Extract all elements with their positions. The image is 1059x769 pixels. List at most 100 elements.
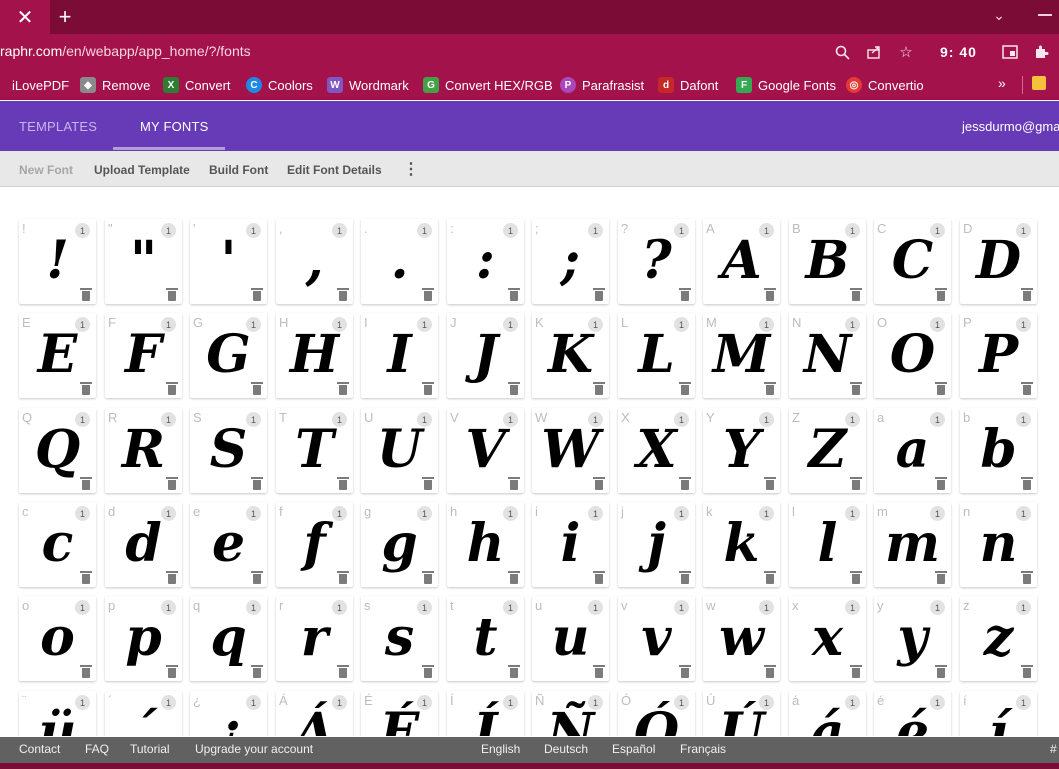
trash-icon[interactable] — [166, 570, 178, 584]
glyph-tile[interactable]: V1V — [447, 408, 524, 493]
trash-icon[interactable] — [251, 570, 263, 584]
language-english[interactable]: English — [481, 742, 520, 756]
trash-icon[interactable] — [166, 287, 178, 301]
trash-icon[interactable] — [80, 570, 92, 584]
trash-icon[interactable] — [422, 570, 434, 584]
trash-icon[interactable] — [679, 287, 691, 301]
zoom-icon[interactable] — [832, 42, 852, 62]
bookmark-star-icon[interactable]: ☆ — [896, 42, 916, 62]
bookmark-folder-icon[interactable] — [1032, 76, 1046, 90]
trash-icon[interactable] — [935, 287, 947, 301]
trash-icon[interactable] — [1021, 570, 1033, 584]
build-font-button[interactable]: Build Font — [209, 163, 268, 177]
glyph-tile[interactable]: S1S — [190, 408, 267, 493]
trash-icon[interactable] — [508, 570, 520, 584]
glyph-tile[interactable]: C1C — [874, 219, 951, 304]
glyph-tile[interactable]: f1f — [276, 502, 353, 587]
tab-templates[interactable]: TEMPLATES — [19, 119, 97, 134]
chevron-down-icon[interactable]: ⌄ — [988, 4, 1010, 26]
picture-in-picture-icon[interactable] — [1000, 42, 1020, 62]
glyph-tile[interactable]: g1g — [361, 502, 438, 587]
glyph-tile[interactable]: Í1Í — [447, 691, 524, 736]
bookmark-remove[interactable]: ◆ Remove — [80, 76, 150, 94]
share-icon[interactable] — [864, 42, 884, 62]
language-deutsch[interactable]: Deutsch — [544, 742, 588, 756]
glyph-tile[interactable]: j1j — [618, 502, 695, 587]
trash-icon[interactable] — [593, 664, 605, 678]
trash-icon[interactable] — [422, 381, 434, 395]
glyph-tile[interactable]: K1K — [532, 313, 609, 398]
glyph-tile[interactable]: q1q — [190, 596, 267, 681]
glyph-tile[interactable]: M1M — [703, 313, 780, 398]
trash-icon[interactable] — [508, 381, 520, 395]
trash-icon[interactable] — [850, 476, 862, 490]
glyph-tile[interactable]: ' 1 ' — [190, 219, 267, 304]
user-email[interactable]: jessdurmo@gmail — [962, 119, 1059, 134]
trash-icon[interactable] — [935, 476, 947, 490]
trash-icon[interactable] — [679, 664, 691, 678]
glyph-tile[interactable]: x1x — [789, 596, 866, 681]
more-options-icon[interactable]: ⋮ — [403, 159, 419, 179]
bookmark-convert-hex-rgb[interactable]: G Convert HEX/RGB — [423, 76, 553, 94]
glyph-tile[interactable]: l1l — [789, 502, 866, 587]
glyph-tile[interactable]: t1t — [447, 596, 524, 681]
trash-icon[interactable] — [337, 570, 349, 584]
bookmark-convert[interactable]: X Convert — [163, 76, 231, 94]
glyph-tile[interactable]: Y1Y — [703, 408, 780, 493]
trash-icon[interactable] — [166, 476, 178, 490]
trash-icon[interactable] — [1021, 381, 1033, 395]
glyph-tile[interactable]: v1v — [618, 596, 695, 681]
minimize-icon[interactable] — [1038, 14, 1052, 16]
glyph-tile[interactable]: G1G — [190, 313, 267, 398]
bookmark-parafrasist[interactable]: P Parafrasist — [560, 76, 644, 94]
glyph-tile[interactable]: i1i — [532, 502, 609, 587]
trash-icon[interactable] — [337, 664, 349, 678]
glyph-tile[interactable]: o1o — [19, 596, 96, 681]
glyph-tile[interactable]: O1O — [874, 313, 951, 398]
trash-icon[interactable] — [251, 287, 263, 301]
glyph-tile[interactable]: H1H — [276, 313, 353, 398]
trash-icon[interactable] — [166, 664, 178, 678]
trash-icon[interactable] — [935, 664, 947, 678]
glyph-tile[interactable]: A1A — [703, 219, 780, 304]
new-font-button[interactable]: New Font — [19, 163, 73, 177]
bookmark-ilovepdf[interactable]: iLovePDF — [12, 76, 69, 94]
glyph-tile[interactable]: Á1Á — [276, 691, 353, 736]
glyph-tile[interactable]: y1y — [874, 596, 951, 681]
glyph-tile[interactable]: m1m — [874, 502, 951, 587]
glyph-tile[interactable]: Ó1Ó — [618, 691, 695, 736]
glyph-tile[interactable]: b1b — [960, 408, 1037, 493]
trash-icon[interactable] — [679, 381, 691, 395]
glyph-tile[interactable]: a1a — [874, 408, 951, 493]
trash-icon[interactable] — [508, 476, 520, 490]
trash-icon[interactable] — [1021, 287, 1033, 301]
trash-icon[interactable] — [764, 664, 776, 678]
trash-icon[interactable] — [508, 664, 520, 678]
trash-icon[interactable] — [337, 476, 349, 490]
glyph-tile[interactable]: n1n — [960, 502, 1037, 587]
address-bar[interactable]: raphr.com/en/webapp/app_home/?/fonts — [0, 43, 251, 59]
glyph-tile[interactable]: ´ 1 ´ — [105, 691, 182, 736]
glyph-tile[interactable]: R1R — [105, 408, 182, 493]
glyph-tile[interactable]: e1e — [190, 502, 267, 587]
trash-icon[interactable] — [679, 570, 691, 584]
glyph-tile[interactable]: :1: — [447, 219, 524, 304]
trash-icon[interactable] — [850, 287, 862, 301]
glyph-tile[interactable]: ! 1! — [19, 219, 96, 304]
tab-my-fonts[interactable]: MY FONTS — [140, 119, 209, 134]
trash-icon[interactable] — [166, 381, 178, 395]
trash-icon[interactable] — [251, 381, 263, 395]
language-espanol[interactable]: Español — [612, 742, 655, 756]
bookmark-dafont[interactable]: d Dafont — [658, 76, 718, 94]
glyph-tile[interactable]: É1É — [361, 691, 438, 736]
glyph-tile[interactable]: é1é — [874, 691, 951, 736]
trash-icon[interactable] — [850, 664, 862, 678]
glyph-tile[interactable]: I1I — [361, 313, 438, 398]
glyph-tile[interactable]: U1U — [361, 408, 438, 493]
trash-icon[interactable] — [1021, 664, 1033, 678]
glyph-tile[interactable]: L1L — [618, 313, 695, 398]
new-tab-icon[interactable]: + — [52, 2, 78, 32]
trash-icon[interactable] — [593, 287, 605, 301]
bookmark-coolors[interactable]: C Coolors — [246, 76, 313, 94]
trash-icon[interactable] — [593, 570, 605, 584]
